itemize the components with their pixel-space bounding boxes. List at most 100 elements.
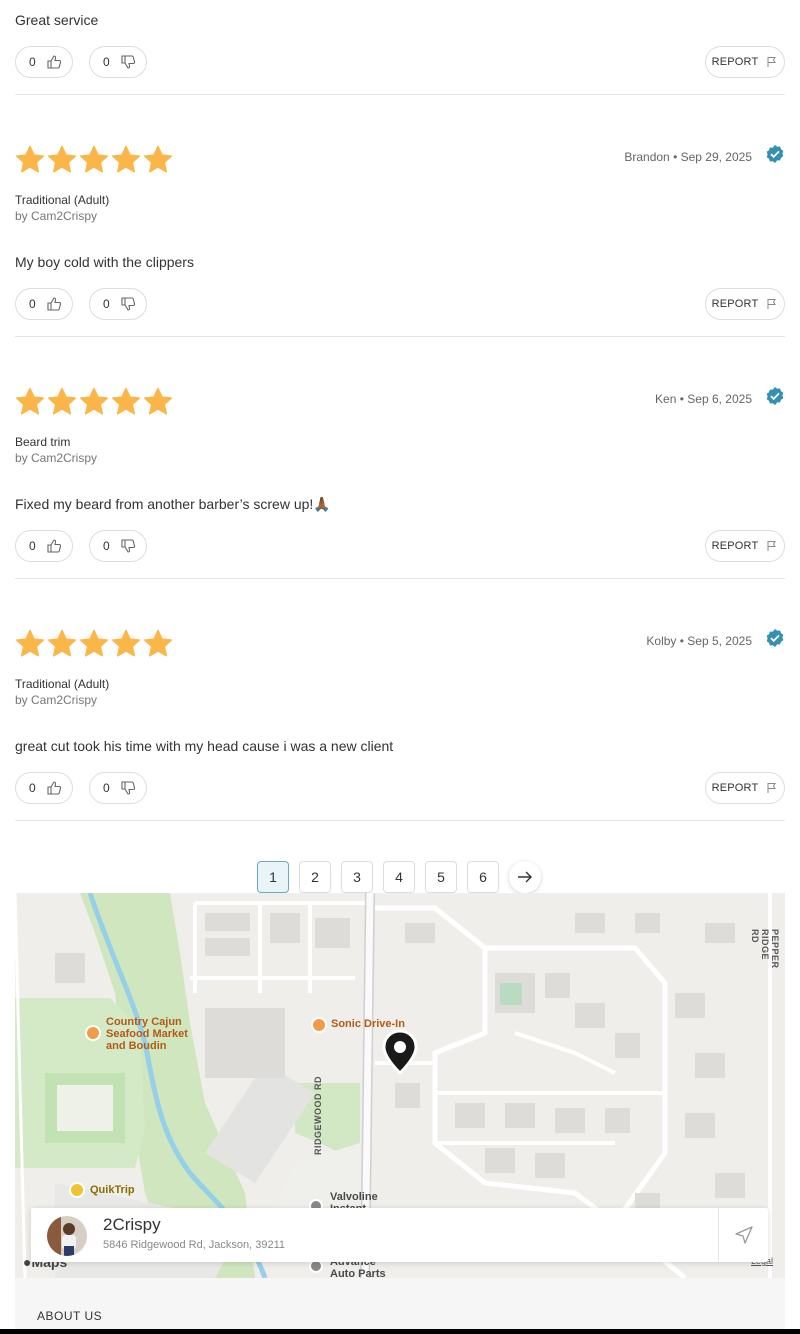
review-item: Brandon • Sep 29, 2025 Traditional (Adul…	[15, 95, 785, 337]
road-label-ridgewood: RIDGEWOOD RD	[313, 1076, 323, 1155]
map-poi-valvoline-line1: Valvoline	[330, 1191, 378, 1203]
dislike-count: 0	[103, 539, 110, 553]
star-icon	[47, 145, 77, 173]
thumbs-up-icon	[47, 55, 61, 69]
dislike-button[interactable]: 0	[89, 46, 147, 78]
map-poi-cajun-line1: Country Cajun	[106, 1016, 182, 1028]
star-icon	[15, 145, 45, 173]
review-text: great cut took his time with my head cau…	[15, 738, 394, 754]
report-button[interactable]: REPORT	[705, 46, 785, 78]
review-item: Ken • Sep 6, 2025 Beard trim by Cam2Cris…	[15, 337, 785, 579]
rating-stars	[15, 629, 175, 659]
map-poi-quiktrip[interactable]: QuikTrip	[90, 1184, 135, 1196]
next-page-button[interactable]	[509, 861, 541, 893]
arrow-right-icon	[518, 871, 532, 883]
like-button[interactable]: 0	[15, 46, 73, 78]
location-pin-icon[interactable]	[380, 1029, 420, 1075]
report-button[interactable]: REPORT	[705, 288, 785, 320]
page-button[interactable]: 2	[299, 861, 331, 893]
bottom-bar	[0, 1329, 800, 1334]
review-barber: by Cam2Crispy	[15, 209, 98, 223]
business-name: 2Crispy	[103, 1215, 161, 1234]
navigation-arrow-icon	[734, 1226, 753, 1244]
like-count: 0	[29, 539, 36, 553]
business-card[interactable]: 2Crispy 5846 Ridgewood Rd, Jackson, 3921…	[31, 1208, 768, 1262]
like-count: 0	[29, 55, 36, 69]
dislike-count: 0	[103, 297, 110, 311]
about-us-heading[interactable]: ABOUT US	[37, 1309, 102, 1323]
star-icon	[79, 629, 109, 657]
avatar-image	[47, 1216, 87, 1256]
directions-button[interactable]	[718, 1208, 768, 1262]
like-button[interactable]: 0	[15, 530, 73, 562]
review-author-date: Brandon • Sep 29, 2025	[624, 150, 752, 164]
rating-stars	[15, 387, 175, 417]
review-author-date: Ken • Sep 6, 2025	[655, 392, 752, 406]
flag-icon	[767, 299, 777, 309]
dislike-button[interactable]: 0	[89, 772, 147, 804]
review-text: Great service	[15, 12, 99, 28]
star-icon	[47, 629, 77, 657]
dislike-count: 0	[103, 781, 110, 795]
like-button[interactable]: 0	[15, 288, 73, 320]
map-poi-advance-line2: Auto Parts	[330, 1268, 386, 1278]
verified-badge-icon	[766, 629, 784, 647]
review-service: Traditional (Adult)	[15, 677, 110, 691]
report-button[interactable]: REPORT	[705, 772, 785, 804]
map-poi-cajun-line2: Seafood Market	[106, 1028, 188, 1040]
verified-badge-icon	[766, 145, 784, 163]
thumbs-down-icon	[121, 781, 135, 795]
pagination: 1 2 3 4 5 6	[257, 861, 541, 893]
star-icon	[143, 387, 173, 415]
review-text: My boy cold with the clippers	[15, 254, 194, 270]
fork-knife-icon	[85, 1025, 101, 1041]
flag-icon	[767, 783, 777, 793]
footer: ABOUT US	[15, 1278, 785, 1334]
page-button[interactable]: 3	[341, 861, 373, 893]
thumbs-up-icon	[47, 539, 61, 553]
review-service: Beard trim	[15, 435, 71, 449]
like-count: 0	[29, 781, 36, 795]
review-item: Great service 0 0 REPORT	[15, 0, 785, 95]
report-label: REPORT	[711, 782, 759, 794]
review-service: Traditional (Adult)	[15, 193, 110, 207]
review-author-date: Kolby • Sep 5, 2025	[646, 634, 752, 648]
page-button[interactable]: 1	[257, 861, 289, 893]
road-label-pepper-ridge: PEPPER RIDGE RD	[750, 929, 780, 969]
star-icon	[111, 629, 141, 657]
gas-station-icon	[69, 1182, 85, 1198]
report-label: REPORT	[711, 56, 759, 68]
star-icon	[79, 387, 109, 415]
page-button[interactable]: 5	[425, 861, 457, 893]
map-poi-cajun-line3: and Boudin	[106, 1040, 167, 1052]
star-icon	[15, 629, 45, 657]
report-label: REPORT	[711, 540, 759, 552]
report-button[interactable]: REPORT	[705, 530, 785, 562]
fastfood-icon	[311, 1017, 327, 1033]
star-icon	[111, 387, 141, 415]
thumbs-down-icon	[121, 55, 135, 69]
rating-stars	[15, 145, 175, 175]
page-button[interactable]: 4	[383, 861, 415, 893]
thumbs-up-icon	[47, 297, 61, 311]
dislike-count: 0	[103, 55, 110, 69]
map-poi-cajun[interactable]: Country Cajun Seafood Market and Boudin	[106, 1016, 188, 1052]
like-count: 0	[29, 297, 36, 311]
dislike-button[interactable]: 0	[89, 530, 147, 562]
business-address: 5846 Ridgewood Rd, Jackson, 39211	[103, 1239, 286, 1251]
flag-icon	[767, 57, 777, 67]
page-button[interactable]: 6	[467, 861, 499, 893]
flag-icon	[767, 541, 777, 551]
star-icon	[143, 145, 173, 173]
thumbs-up-icon	[47, 781, 61, 795]
dislike-button[interactable]: 0	[89, 288, 147, 320]
business-avatar	[47, 1216, 87, 1256]
star-icon	[47, 387, 77, 415]
star-icon	[15, 387, 45, 415]
review-text: Fixed my beard from another barber’s scr…	[15, 496, 331, 512]
star-icon	[143, 629, 173, 657]
report-label: REPORT	[711, 298, 759, 310]
like-button[interactable]: 0	[15, 772, 73, 804]
review-item: Kolby • Sep 5, 2025 Traditional (Adult) …	[15, 579, 785, 821]
thumbs-down-icon	[121, 539, 135, 553]
